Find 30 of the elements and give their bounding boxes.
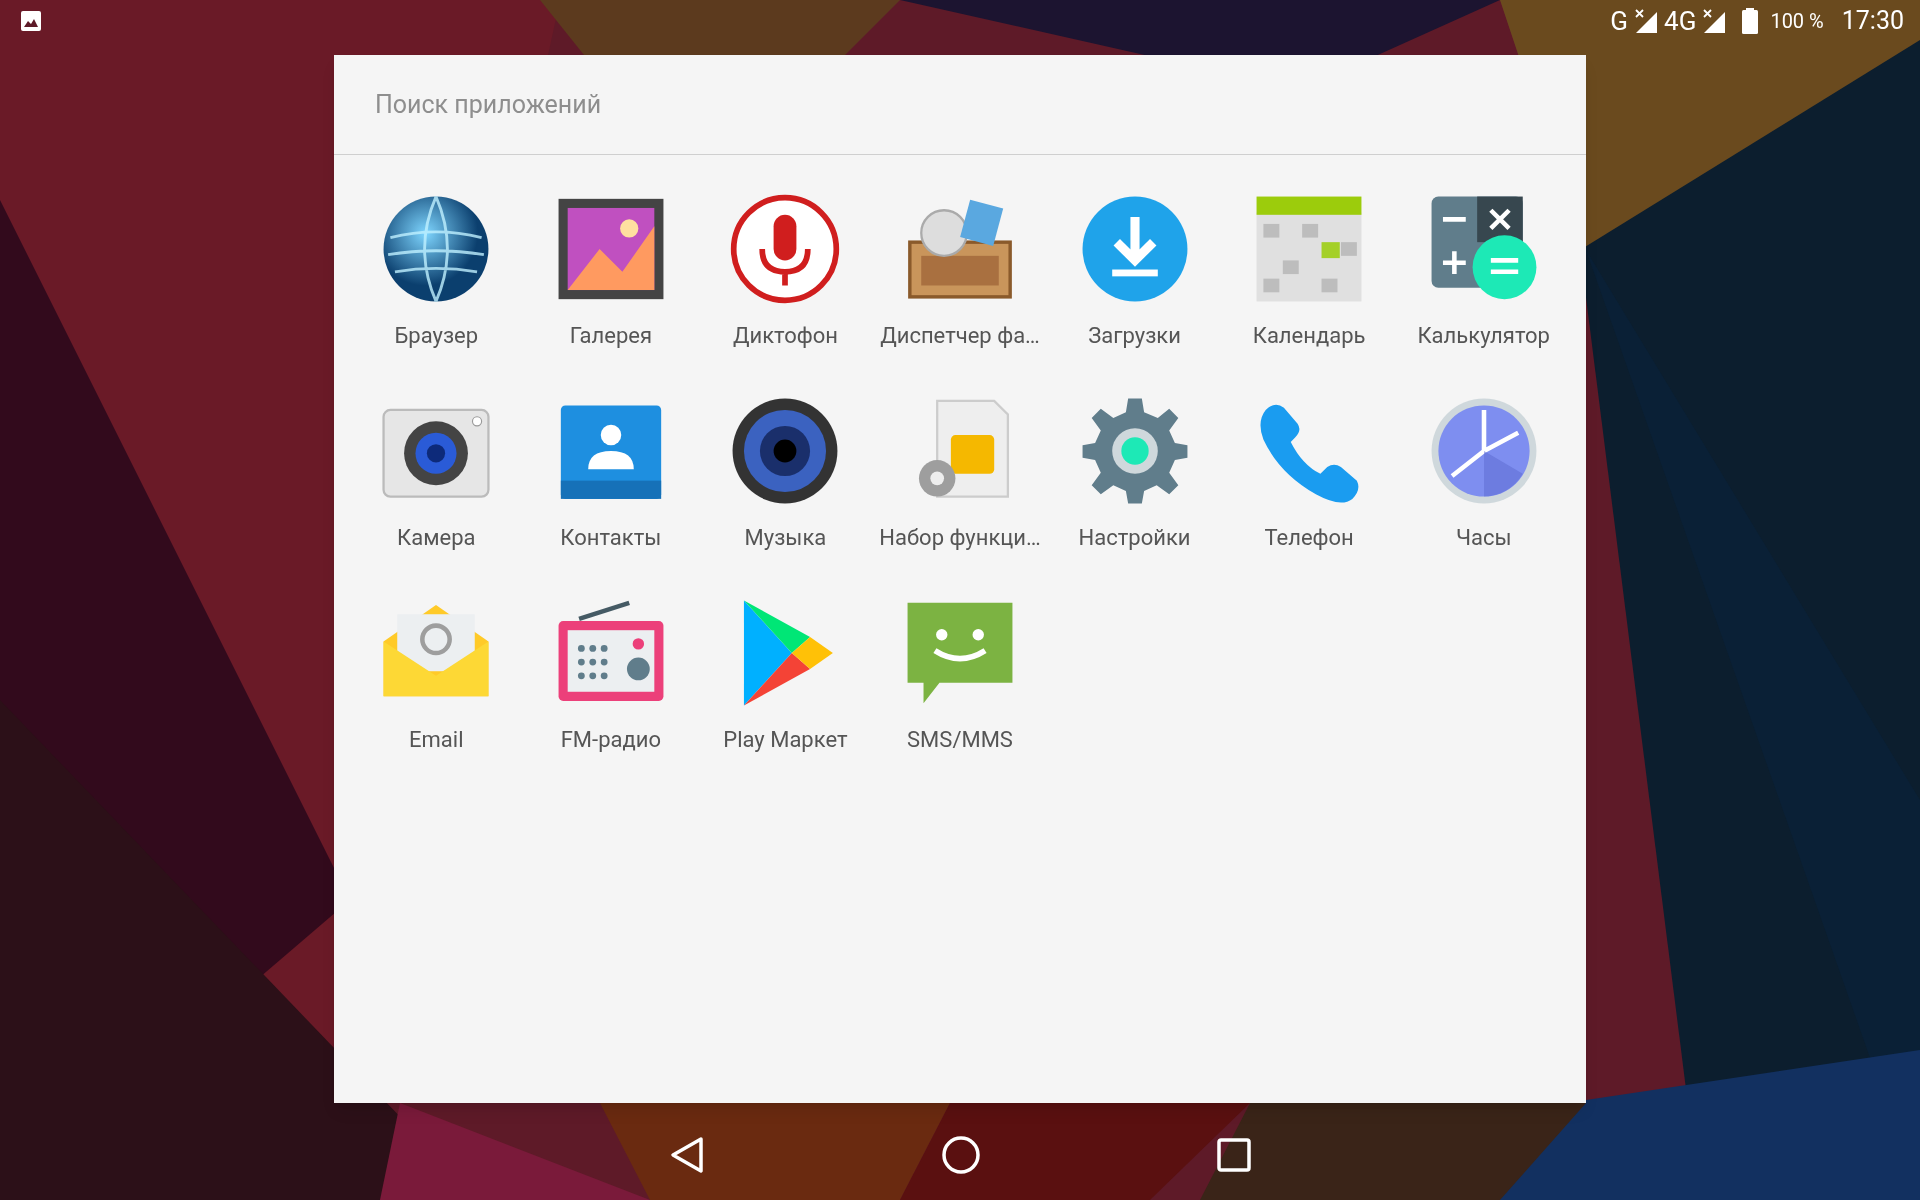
app-label[interactable]: Музыка xyxy=(744,521,827,554)
app-label[interactable]: Камера xyxy=(397,521,476,554)
app-label[interactable]: Часы xyxy=(1455,521,1512,554)
battery-icon xyxy=(1742,8,1759,34)
app-label[interactable]: Набор функци… xyxy=(879,521,1041,554)
app-label[interactable]: Диктофон xyxy=(732,319,838,352)
app-label[interactable]: Калькулятор xyxy=(1417,319,1550,352)
app-label[interactable]: Play Маркет xyxy=(723,723,848,756)
app-label[interactable]: Загрузки xyxy=(1088,319,1181,352)
app-label[interactable]: SMS/MMS xyxy=(907,723,1013,756)
network-type-label: G xyxy=(1610,8,1629,34)
battery-percentage: 100 % xyxy=(1770,8,1824,35)
app-label[interactable]: Диспетчер фа… xyxy=(880,319,1040,352)
app-label[interactable]: Email xyxy=(409,723,464,756)
image-notification-icon xyxy=(21,11,41,31)
clock-time: 17:30 xyxy=(1841,5,1904,38)
recents-button[interactable] xyxy=(1217,1138,1251,1172)
app-label[interactable]: Браузер xyxy=(394,319,479,352)
search-field[interactable]: Поиск приложений xyxy=(375,74,1545,135)
app-label[interactable]: Настройки xyxy=(1078,521,1191,554)
signal-icon xyxy=(1634,8,1659,34)
app-label[interactable]: Галерея xyxy=(569,319,653,352)
app-label[interactable]: Календарь xyxy=(1252,319,1366,352)
app-label[interactable]: Телефон xyxy=(1264,521,1354,554)
back-button[interactable] xyxy=(669,1136,705,1174)
signal-icon xyxy=(1702,8,1727,34)
home-button[interactable] xyxy=(941,1135,981,1175)
app-label[interactable]: FM-радио xyxy=(560,723,661,756)
app-label[interactable]: Контакты xyxy=(560,521,662,554)
network-type-label: 4G xyxy=(1664,8,1697,34)
